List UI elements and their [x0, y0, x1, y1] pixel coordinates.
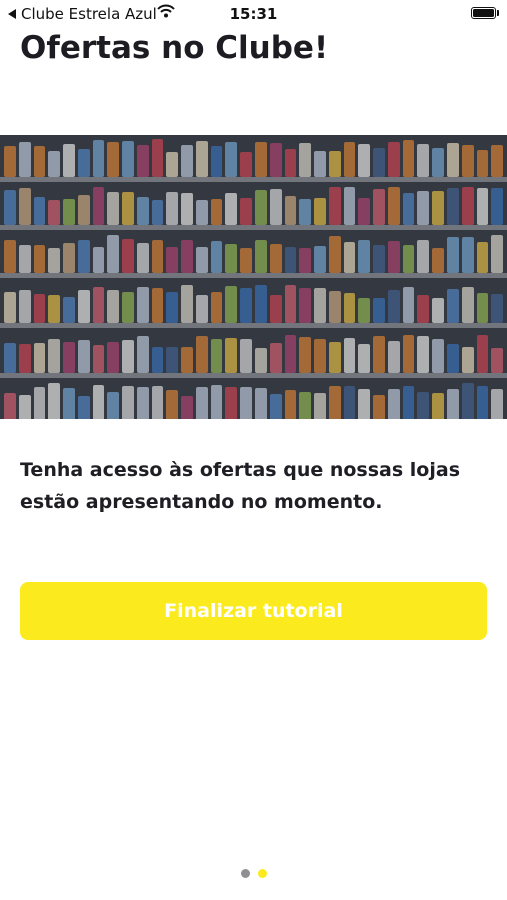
status-bar: Clube Estrela Azul 15:31	[0, 0, 507, 28]
page-dot[interactable]	[257, 869, 267, 878]
battery-icon	[471, 7, 496, 19]
status-time: 15:31	[229, 5, 278, 23]
page-indicator	[0, 869, 507, 878]
page-title: Ofertas no Clube!	[20, 30, 329, 66]
finish-tutorial-button[interactable]: Finalizar tutorial	[20, 582, 487, 640]
page-dot[interactable]	[240, 869, 250, 878]
supermarket-shelves-image	[0, 135, 507, 419]
tutorial-description: Tenha acesso às ofertas que nossas lojas…	[20, 459, 460, 513]
